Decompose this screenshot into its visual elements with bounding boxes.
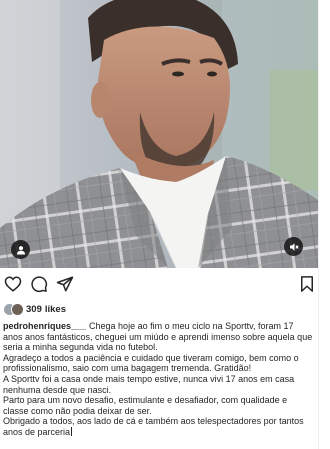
likes-summary[interactable]: 309 likes — [3, 302, 66, 316]
mute-button[interactable] — [284, 237, 303, 256]
save-button[interactable] — [298, 275, 316, 293]
speaker-muted-icon — [289, 242, 299, 251]
caption-line: Obrigado a todos, aos lado de cá e també… — [3, 416, 304, 437]
caption-line: A Sporttv foi a casa onde mais tempo est… — [3, 373, 295, 395]
likes-count: 309 — [26, 303, 42, 315]
comment-button[interactable] — [30, 275, 48, 293]
post-media[interactable] — [0, 0, 318, 268]
caption-line: Parto para um novo desafio, estimulante … — [3, 395, 288, 416]
caption-paragraph: Agradeço a todos a paciência e cuidado q… — [3, 353, 315, 374]
caption-paragraph: pedrohenriques___ Chega hoje ao fim o meu… — [3, 321, 315, 353]
user-tag-icon — [16, 245, 25, 254]
like-button[interactable] — [4, 275, 22, 293]
caption-line: Agradeço a todos a paciência e cuidado q… — [3, 352, 299, 374]
paper-plane-icon — [56, 276, 74, 292]
share-button[interactable] — [56, 275, 74, 293]
likes-label: likes — [44, 303, 66, 315]
avatar — [11, 303, 24, 316]
instagram-post: 309 likes pedrohenriques___ Chega hoje ao… — [0, 0, 330, 449]
right-edge-divider — [318, 0, 330, 449]
post-caption: pedrohenriques___ Chega hoje ao fim o meu… — [3, 321, 315, 438]
caption-paragraph: Parto para um novo desafio, estimulante … — [3, 395, 315, 416]
tag-people-button[interactable] — [11, 240, 30, 259]
caption-username[interactable]: pedrohenriques___ — [3, 321, 86, 331]
caption-paragraph: A Sporttv foi a casa onde mais tempo est… — [3, 374, 315, 395]
comment-bubble-icon — [31, 276, 48, 293]
bookmark-icon — [301, 276, 313, 292]
text-cursor — [71, 426, 73, 436]
heart-icon — [4, 276, 22, 292]
caption-paragraph: Obrigado a todos, aos lado de cá e també… — [3, 416, 315, 437]
liker-avatars — [3, 303, 24, 316]
post-action-bar — [0, 272, 318, 296]
post-photo — [0, 0, 318, 268]
